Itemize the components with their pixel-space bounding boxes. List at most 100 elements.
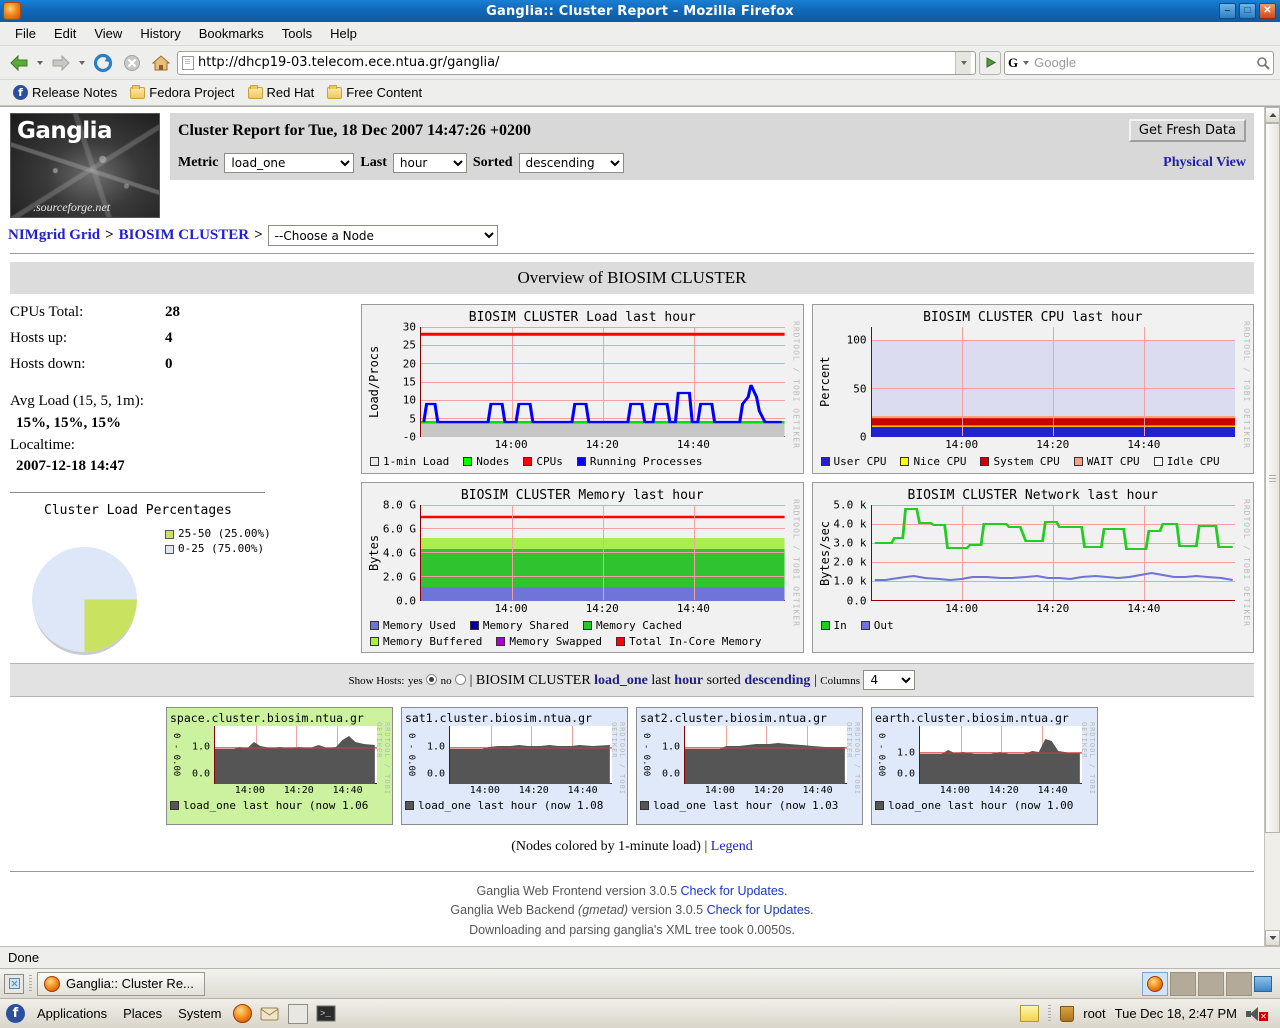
node-hostname: space.cluster.biosim.ntua.gr xyxy=(170,711,364,725)
bookmark-red-hat[interactable]: Red Hat xyxy=(243,84,320,101)
fedora-icon[interactable]: f xyxy=(6,1004,25,1023)
menu-bookmarks[interactable]: Bookmarks xyxy=(190,24,273,43)
load-x-ticks: 14:00 14:20 14:40 xyxy=(494,438,710,451)
menu-places[interactable]: Places xyxy=(119,1005,166,1022)
folder-icon xyxy=(247,84,263,99)
stat-label: CPUs Total: xyxy=(10,304,84,320)
node-card-earth[interactable]: earth.cluster.biosim.ntua.gr RRDTOOL / T… xyxy=(871,707,1098,825)
breadcrumb-grid-link[interactable]: NIMgrid Grid xyxy=(8,227,100,244)
legend-swatch-icon xyxy=(1153,457,1163,466)
main-content: CPUs Total: 28 Hosts up: 4 Hosts down: 0… xyxy=(0,294,1264,653)
taskbar-window-ganglia[interactable]: Ganglia:: Cluster Re... xyxy=(37,971,205,996)
notes-icon[interactable] xyxy=(1020,1005,1040,1022)
panel-user[interactable]: root xyxy=(1083,1006,1105,1021)
scroll-up-button[interactable] xyxy=(1265,107,1280,123)
close-button[interactable]: ✕ xyxy=(1259,3,1276,19)
vertical-scrollbar[interactable] xyxy=(1264,107,1280,946)
url-dropdown-icon[interactable] xyxy=(955,51,971,74)
check-updates-backend-link[interactable]: Check for Updates. xyxy=(707,903,814,917)
search-input[interactable]: Google xyxy=(1034,55,1253,70)
menu-history[interactable]: History xyxy=(131,24,189,43)
window-title: Ganglia:: Cluster Report - Mozilla Firef… xyxy=(486,3,794,19)
browser-viewport: Ganglia .sourceforge.net Cluster Report … xyxy=(0,106,1280,946)
show-hosts-no-radio[interactable] xyxy=(455,674,467,685)
menu-file[interactable]: File xyxy=(6,24,45,43)
menu-view[interactable]: View xyxy=(85,24,131,43)
show-hosts-yes-radio[interactable] xyxy=(426,674,438,685)
menu-tools[interactable]: Tools xyxy=(273,24,321,43)
legend-item: Nice CPU xyxy=(900,455,966,468)
forward-button[interactable] xyxy=(48,50,74,76)
bookmark-release-notes[interactable]: f Release Notes xyxy=(8,84,122,101)
trash-icon[interactable] xyxy=(1060,1005,1075,1022)
cpu-graph[interactable]: BIOSIM CLUSTER CPU last hour RRDTOOL / T… xyxy=(811,304,1254,474)
bookmark-free-content[interactable]: Free Content xyxy=(322,84,427,101)
legend-item: CPUs xyxy=(523,455,563,468)
network-y-ticks: 0.0 1.0 k 2.0 k 3.0 k 4.0 k 5.0 k xyxy=(833,498,867,607)
scrollbar-track[interactable] xyxy=(1265,123,1280,930)
sorted-select[interactable]: descending xyxy=(518,153,624,173)
go-button[interactable] xyxy=(979,50,1001,75)
tray-firefox-icon[interactable] xyxy=(1142,971,1168,996)
load-graph[interactable]: BIOSIM CLUSTER Load last hour RRDTOOL / … xyxy=(361,304,804,474)
memory-graph[interactable]: BIOSIM CLUSTER Memory last hour RRDTOOL … xyxy=(361,481,804,653)
url-bar[interactable]: http://dhcp19-03.telecom.ece.ntua.gr/gan… xyxy=(177,50,976,75)
pie-legend-item: 0-25 (75.00%) xyxy=(165,542,271,557)
stop-button[interactable] xyxy=(119,50,145,76)
physical-view-link[interactable]: Physical View xyxy=(1163,155,1246,171)
search-bar[interactable]: G Google xyxy=(1004,50,1274,75)
reload-button[interactable] xyxy=(90,50,116,76)
network-plot-canvas xyxy=(870,504,1235,601)
menu-applications[interactable]: Applications xyxy=(33,1005,111,1022)
search-engine-icon[interactable]: G xyxy=(1008,55,1018,71)
node-card-space[interactable]: space.cluster.biosim.ntua.gr RRDTOOL / T… xyxy=(166,707,393,825)
launcher-files-icon[interactable] xyxy=(288,1003,309,1024)
bookmark-fedora-project[interactable]: Fedora Project xyxy=(125,84,239,101)
last-select[interactable]: hour xyxy=(392,153,467,173)
launcher-firefox-icon[interactable] xyxy=(233,1004,253,1023)
panel-clock[interactable]: Tue Dec 18, 2:47 PM xyxy=(1115,1006,1237,1021)
tray-slot-2[interactable] xyxy=(1170,971,1196,996)
menu-edit[interactable]: Edit xyxy=(45,24,85,43)
minimize-button[interactable]: – xyxy=(1219,3,1236,19)
choose-node-select[interactable]: --Choose a Node xyxy=(267,225,498,246)
pie-legend: 25-50 (25.00%) 0-25 (75.00%) xyxy=(165,527,271,557)
menu-system[interactable]: System xyxy=(174,1005,225,1022)
back-dropdown-icon[interactable] xyxy=(37,60,43,65)
node-legend: load_one last hour (now 1.03 xyxy=(640,799,859,812)
volume-muted-icon[interactable]: ✕ xyxy=(1246,1006,1268,1021)
launcher-terminal-icon[interactable]: >_ xyxy=(316,1004,336,1023)
header-divider xyxy=(10,253,1254,254)
tray-window-icon[interactable] xyxy=(1254,975,1272,992)
back-button[interactable] xyxy=(6,50,32,76)
node-card-sat1[interactable]: sat1.cluster.biosim.ntua.gr RRDTOOL / TO… xyxy=(401,707,628,825)
legend-item: Running Processes xyxy=(576,455,702,468)
breadcrumb-cluster-link[interactable]: BIOSIM CLUSTER xyxy=(119,227,249,244)
check-updates-frontend-link[interactable]: Check for Updates. xyxy=(681,884,788,898)
show-desktop-button[interactable] xyxy=(4,973,24,994)
menu-bar: File Edit View History Bookmarks Tools H… xyxy=(0,22,1280,46)
tray-slot-4[interactable] xyxy=(1226,971,1252,996)
get-fresh-data-button[interactable]: Get Fresh Data xyxy=(1128,119,1246,142)
forward-dropdown-icon[interactable] xyxy=(79,60,85,65)
tray-slot-3[interactable] xyxy=(1198,971,1224,996)
legend-link[interactable]: Legend xyxy=(711,839,753,854)
columns-select[interactable]: 4 xyxy=(863,670,916,690)
home-button[interactable] xyxy=(148,50,174,76)
search-engine-dropdown-icon[interactable] xyxy=(1023,60,1030,65)
metric-select[interactable]: load_one xyxy=(224,153,355,173)
pie-swatch-icon xyxy=(165,544,174,554)
rrdtool-credit: RRDTOOL / TOBI OETIKER xyxy=(1080,722,1096,796)
scrollbar-thumb[interactable] xyxy=(1265,123,1280,833)
network-graph[interactable]: BIOSIM CLUSTER Network last hour RRDTOOL… xyxy=(811,481,1254,653)
maximize-button[interactable]: □ xyxy=(1239,3,1256,19)
search-icon[interactable] xyxy=(1256,56,1270,70)
navigation-toolbar: http://dhcp19-03.telecom.ece.ntua.gr/gan… xyxy=(0,46,1280,80)
scroll-down-button[interactable] xyxy=(1265,930,1280,946)
url-text[interactable]: http://dhcp19-03.telecom.ece.ntua.gr/gan… xyxy=(198,55,951,70)
ganglia-logo-sub: .sourceforge.net xyxy=(33,200,111,214)
hostbar-metric: load_one xyxy=(594,673,648,688)
launcher-mail-icon[interactable] xyxy=(260,1004,280,1023)
menu-help[interactable]: Help xyxy=(321,24,366,43)
node-card-sat2[interactable]: sat2.cluster.biosim.ntua.gr RRDTOOL / TO… xyxy=(636,707,863,825)
